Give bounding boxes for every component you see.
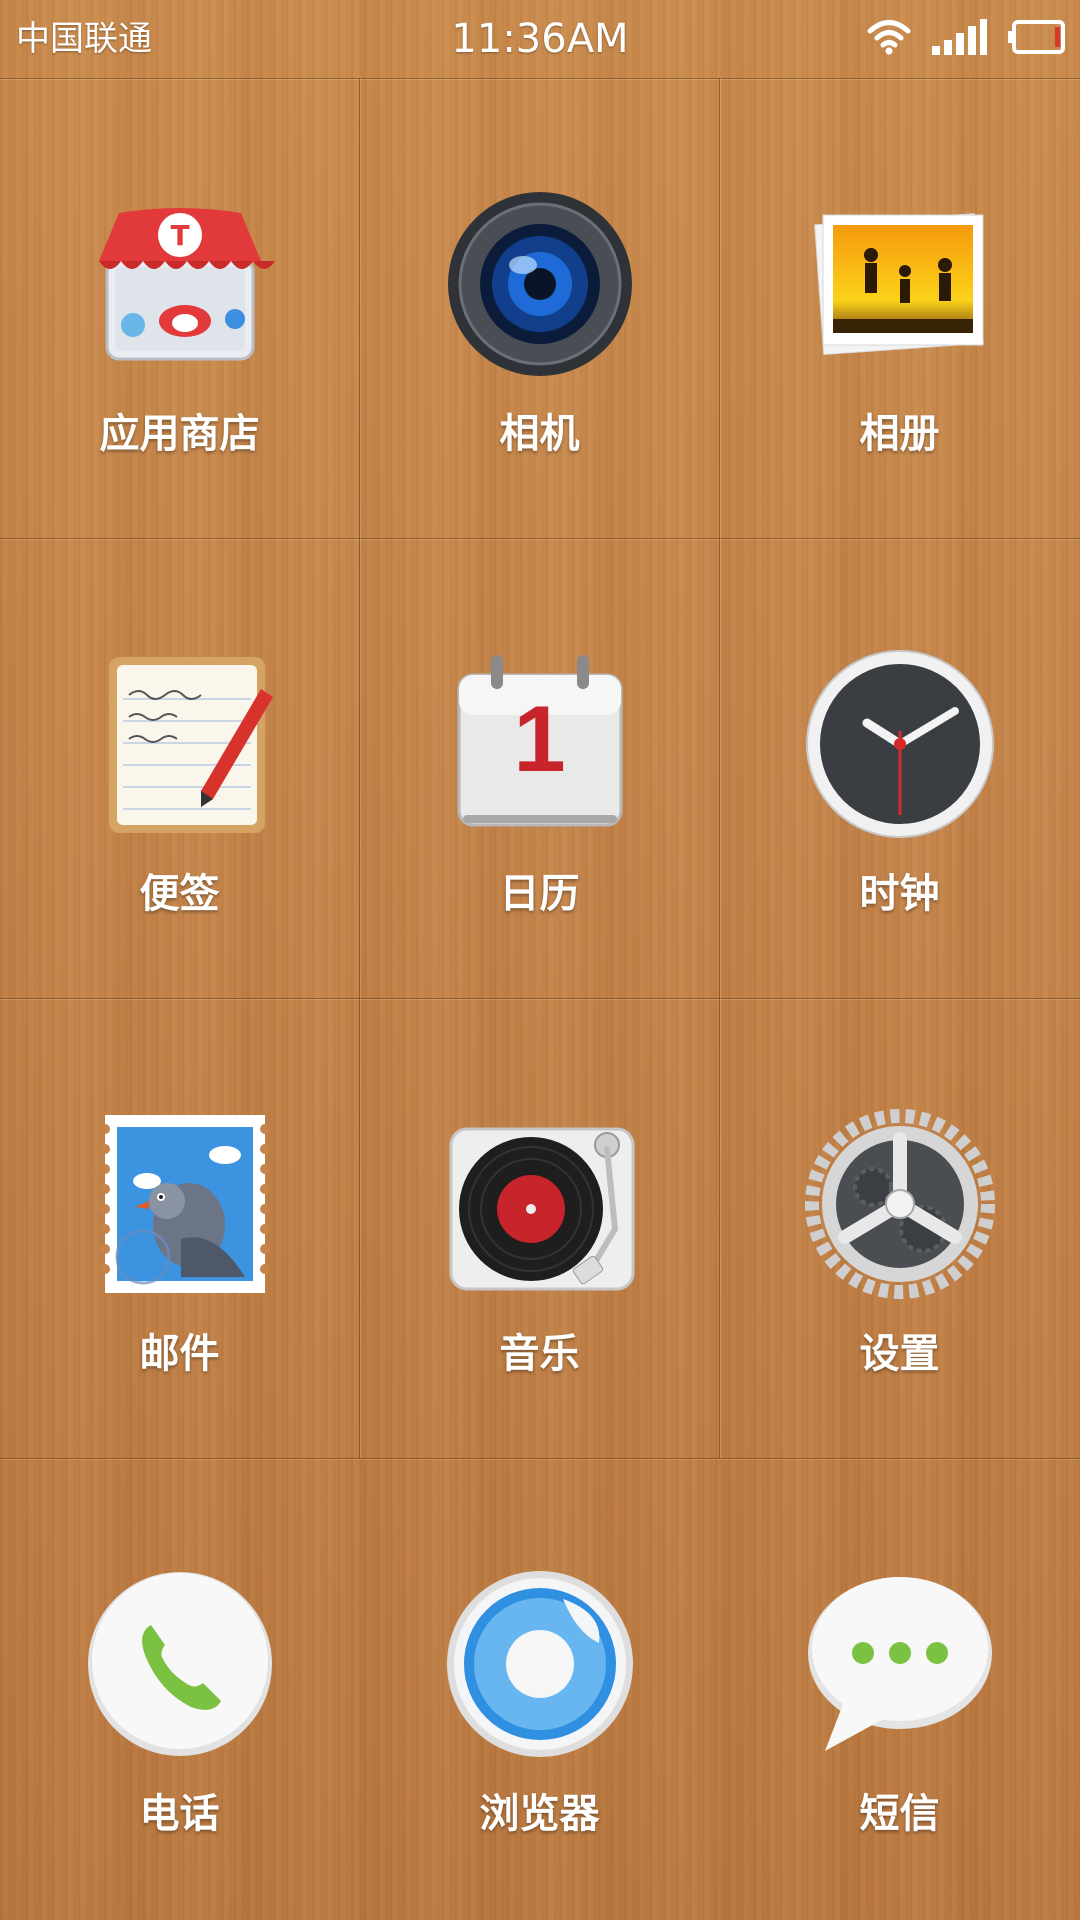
mail-icon [85, 1109, 275, 1299]
calendar-date: 1 [513, 686, 566, 791]
app-label: 音乐 [499, 1331, 580, 1377]
status-icons [866, 16, 1066, 62]
app-label: 时钟 [859, 871, 940, 917]
app-mail[interactable]: 邮件 [0, 999, 359, 1458]
messages-icon [805, 1569, 995, 1759]
app-label: 应用商店 [99, 411, 260, 457]
notes-icon [85, 649, 275, 839]
app-label: 邮件 [139, 1331, 220, 1377]
app-store-icon: T [85, 189, 275, 379]
status-bar: 中国联通 11:36AM [0, 0, 1080, 78]
app-label: 相册 [859, 411, 940, 457]
app-label: 浏览器 [479, 1791, 600, 1837]
dock-phone[interactable]: 电话 [0, 1459, 359, 1918]
wifi-icon [866, 18, 912, 60]
camera-icon [445, 189, 635, 379]
app-label: 日历 [499, 871, 580, 917]
app-label: 电话 [139, 1791, 220, 1837]
dock-messages[interactable]: 短信 [720, 1459, 1079, 1918]
app-calendar[interactable]: 1 日历 [360, 539, 719, 998]
signal-icon [930, 18, 988, 60]
settings-icon [804, 1109, 995, 1299]
app-clock[interactable]: 时钟 [720, 539, 1079, 998]
battery-icon [1006, 19, 1066, 59]
svg-text:T: T [170, 219, 189, 252]
photo-album-icon [805, 189, 995, 379]
app-label: 相机 [499, 411, 580, 457]
app-settings[interactable]: 设置 [720, 999, 1079, 1458]
phone-icon [85, 1569, 275, 1759]
app-label: 设置 [859, 1331, 940, 1377]
app-label: 短信 [859, 1791, 940, 1837]
app-notes[interactable]: 便签 [0, 539, 359, 998]
browser-icon [445, 1569, 635, 1759]
app-app-store[interactable]: T 应用商店 [0, 79, 359, 538]
app-photo-album[interactable]: 相册 [720, 79, 1079, 538]
music-icon [445, 1109, 635, 1299]
app-label: 便签 [139, 871, 220, 917]
calendar-icon: 1 [445, 649, 635, 839]
clock-icon [805, 649, 995, 839]
app-music[interactable]: 音乐 [360, 999, 719, 1458]
dock-browser[interactable]: 浏览器 [360, 1459, 719, 1918]
app-camera[interactable]: 相机 [360, 79, 719, 538]
